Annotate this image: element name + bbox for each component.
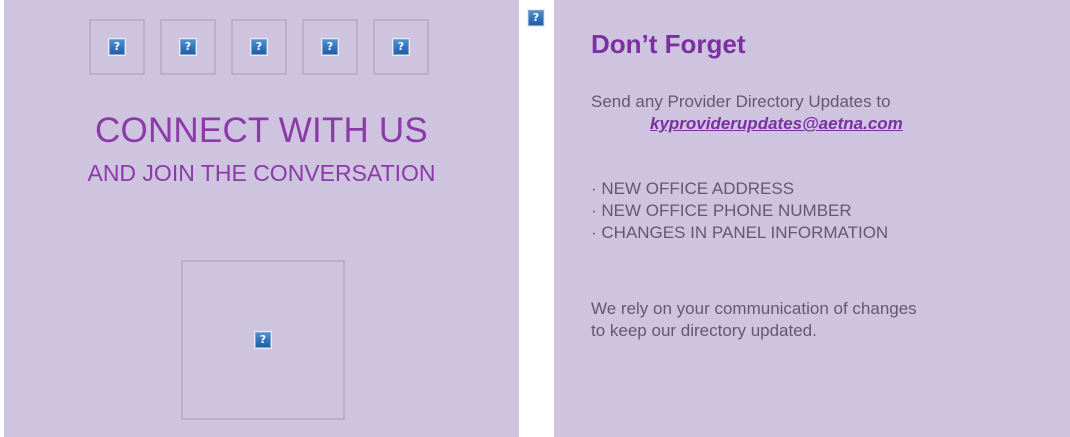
reminder-heading: Don’t Forget (591, 29, 746, 59)
broken-image-icon: ? (180, 39, 196, 55)
social-link-5[interactable]: ? (373, 19, 429, 75)
broken-image-icon: ? (251, 39, 267, 55)
update-list: · NEW OFFICE ADDRESS · NEW OFFICE PHONE … (591, 178, 888, 244)
broken-image-icon: ? (109, 39, 125, 55)
list-item: · CHANGES IN PANEL INFORMATION (591, 223, 889, 242)
feature-image-box[interactable]: ? (181, 260, 345, 420)
social-icons-row: ? ? ? ? ? (89, 19, 429, 75)
broken-image-icon: ? (528, 10, 544, 26)
connect-panel: ? ? ? ? ? CONNECT WITH US AND JOIN THE C… (4, 0, 519, 437)
social-link-4[interactable]: ? (302, 19, 358, 75)
broken-image-icon: ? (393, 39, 409, 55)
broken-image-icon: ? (255, 332, 271, 348)
social-link-1[interactable]: ? (89, 19, 145, 75)
email-link[interactable]: kyproviderupdates@aetna.com (650, 113, 903, 135)
closing-line: We rely on your communication of changes (591, 299, 917, 318)
closing-line: to keep our directory updated. (591, 321, 817, 340)
list-item: · NEW OFFICE ADDRESS (591, 179, 795, 198)
connect-title: CONNECT WITH US (95, 111, 428, 150)
reminder-intro: Send any Provider Directory Updates to (591, 92, 891, 111)
closing-text: We rely on your communication of changes… (591, 298, 1031, 342)
broken-image-icon: ? (322, 39, 338, 55)
social-link-2[interactable]: ? (160, 19, 216, 75)
social-link-3[interactable]: ? (231, 19, 287, 75)
connect-subtitle: AND JOIN THE CONVERSATION (87, 160, 436, 186)
reminder-panel: Don’t Forget Send any Provider Directory… (554, 0, 1070, 437)
list-item: · NEW OFFICE PHONE NUMBER (591, 201, 852, 220)
